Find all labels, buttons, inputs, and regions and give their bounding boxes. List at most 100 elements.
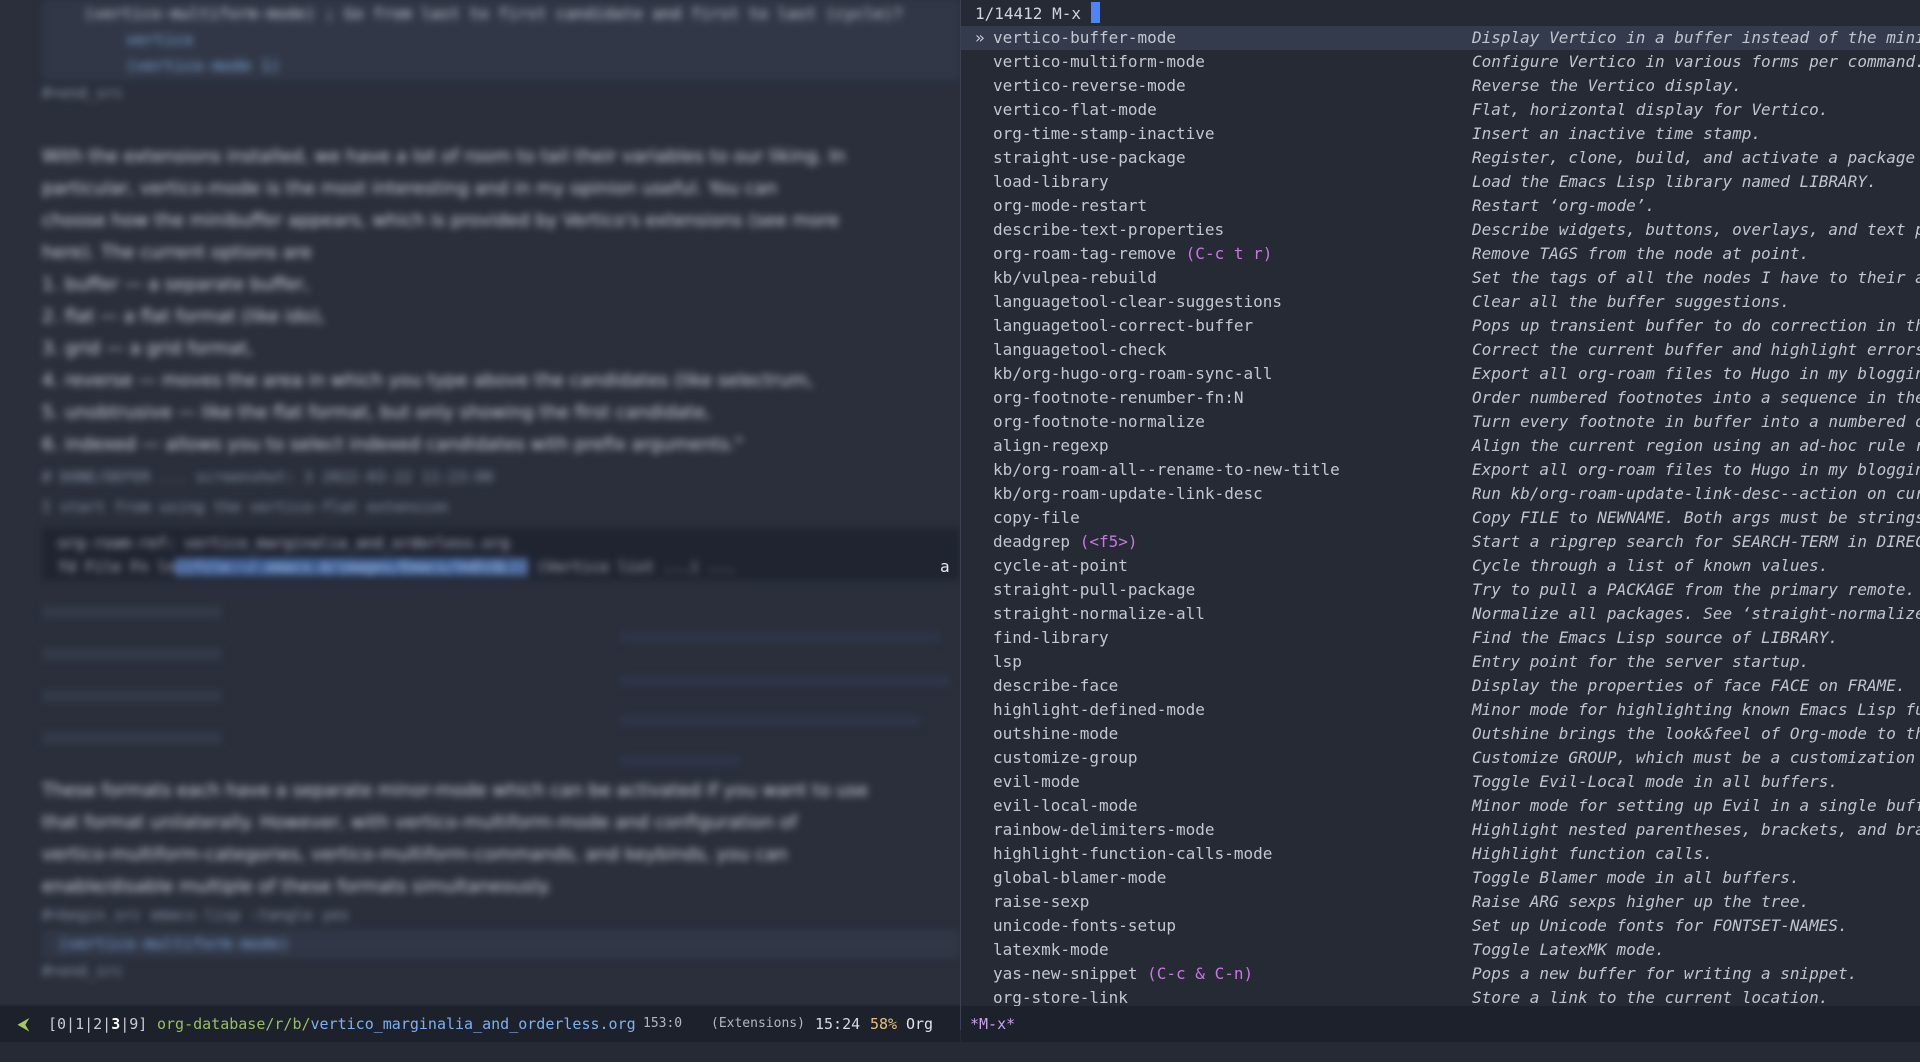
- command-name: org-footnote-normalize: [993, 412, 1205, 431]
- candidate-row[interactable]: evil-local-mode Minor mode for setting up…: [961, 794, 1920, 818]
- candidate-row[interactable]: align-regexp Align the current region usi…: [961, 434, 1920, 458]
- candidate-row[interactable]: org-roam-tag-remove (C-c t r) Remove TAGS…: [961, 242, 1920, 266]
- begin-src-line: #+begin_src emacs-lisp :tangle yes: [42, 906, 350, 924]
- buffer-filename: vertico_marginalia_and_orderless.org: [310, 1015, 636, 1033]
- marginalia-annotation: Run kb/org-roam-update-link-desc--action…: [1472, 484, 1920, 503]
- marginalia-annotation: Export all org-roam files to Hugo in my …: [1472, 460, 1920, 479]
- candidate-row[interactable]: languagetool-clear-suggestions Clear all …: [961, 290, 1920, 314]
- candidate-row[interactable]: describe-text-properties Describe widgets…: [961, 218, 1920, 242]
- command-name: org-time-stamp-inactive: [993, 124, 1215, 143]
- candidate-row[interactable]: outshine-mode Outshine brings the look&fe…: [961, 722, 1920, 746]
- candidate-row[interactable]: straight-use-package Register, clone, bui…: [961, 146, 1920, 170]
- candidate-row[interactable]: vertico-flat-mode Flat, horizontal displa…: [961, 98, 1920, 122]
- candidate-row[interactable]: highlight-defined-mode Minor mode for hig…: [961, 698, 1920, 722]
- command-name: vertico-buffer-mode: [993, 28, 1177, 47]
- src-line: (vertico-mode 1): [126, 56, 281, 75]
- candidate-row[interactable]: org-footnote-renumber-fn:N Order numbered…: [961, 386, 1920, 410]
- command-name: org-footnote-renumber-fn:N: [993, 388, 1244, 407]
- marginalia-annotation: Align the current region using an ad-hoc…: [1472, 436, 1920, 455]
- candidate-row[interactable]: org-footnote-normalize Turn every footnot…: [961, 410, 1920, 434]
- candidate-name: outshine-mode: [993, 722, 1118, 746]
- candidate-name: global-blamer-mode: [993, 866, 1166, 890]
- marginalia-annotation: Toggle Evil-Local mode in all buffers.: [1472, 772, 1839, 791]
- candidate-row[interactable]: highlight-function-calls-mode Highlight f…: [961, 842, 1920, 866]
- command-name: raise-sexp: [993, 892, 1090, 911]
- candidate-row[interactable]: lsp Entry point for the server startup.: [961, 650, 1920, 674]
- command-name: kb/org-roam-all--rename-to-new-title: [993, 460, 1340, 479]
- keybinding: (C-c t r): [1185, 244, 1273, 263]
- marginalia-annotation: Pops a new buffer for writing a snippet.: [1472, 964, 1858, 983]
- candidate-row[interactable]: deadgrep (<f5>) Start a ripgrep search fo…: [961, 530, 1920, 554]
- meta-line: # DONE/DEFER ... screenshot: 3 2022-03-2…: [42, 468, 494, 486]
- candidate-row[interactable]: raise-sexp Raise ARG sexps higher up the …: [961, 890, 1920, 914]
- candidate-row[interactable]: global-blamer-mode Toggle Blamer mode in …: [961, 866, 1920, 890]
- list-item: 6. indexed — allows you to select indexe…: [42, 434, 744, 455]
- faded-line: [42, 732, 222, 744]
- marginalia-annotation: Reverse the Vertico display.: [1472, 76, 1742, 95]
- candidate-name: highlight-defined-mode: [993, 698, 1205, 722]
- candidate-name: vertico-flat-mode: [993, 98, 1157, 122]
- command-name: languagetool-check: [993, 340, 1167, 359]
- list-item: 4. reverse — moves the area in which you…: [42, 370, 814, 391]
- candidate-name: org-mode-restart: [993, 194, 1147, 218]
- candidate-row[interactable]: latexmk-mode Toggle LatexMK mode.: [961, 938, 1920, 962]
- buffer-path[interactable]: org-database/r/b/vertico_marginalia_and_…: [157, 1014, 636, 1034]
- candidate-row[interactable]: customize-group Customize GROUP, which mu…: [961, 746, 1920, 770]
- candidate-row[interactable]: yas-new-snippet (C-c & C-n) Pops a new bu…: [961, 962, 1920, 986]
- marginalia-annotation: Copy FILE to NEWNAME. Both args must be …: [1472, 508, 1920, 527]
- faded-line: [42, 648, 222, 660]
- popup-link: [[file:~/.emacs.d/images/Emacs/VeDiQL]]: [175, 558, 528, 576]
- mode-line: ⮜ [0|1|2|3|9] org-database/r/b/vertico_m…: [0, 1006, 960, 1042]
- candidate-row[interactable]: load-library Load the Emacs Lisp library …: [961, 170, 1920, 194]
- marginalia-annotation: Customize GROUP, which must be a customi…: [1472, 748, 1920, 767]
- buffer-name: *M-x*: [970, 1015, 1016, 1033]
- candidate-name: straight-pull-package: [993, 578, 1195, 602]
- workspace-current: 3: [111, 1015, 121, 1033]
- vertico-minibuffer[interactable]: 1/14412 M-x » vertico-buffer-mode Display …: [961, 0, 1920, 1006]
- src-block: (vertico-multiform-mode) ; Go from last …: [42, 0, 960, 80]
- candidate-row[interactable]: org-time-stamp-inactive Insert an inactiv…: [961, 122, 1920, 146]
- candidate-row[interactable]: copy-file Copy FILE to NEWNAME. Both args…: [961, 506, 1920, 530]
- popup-title: org-roam-ref: vertico_marginalia_and_ord…: [58, 534, 510, 552]
- org-heading-indicator: (Extensions): [711, 1016, 805, 1031]
- marginalia-annotation: Raise ARG sexps higher up the tree.: [1472, 892, 1810, 911]
- candidate-row[interactable]: kb/org-roam-update-link-desc Run kb/org-r…: [961, 482, 1920, 506]
- command-name: latexmk-mode: [993, 940, 1109, 959]
- candidate-row[interactable]: kb/vulpea-rebuild Set the tags of all the…: [961, 266, 1920, 290]
- candidate-row[interactable]: straight-normalize-all Normalize all pack…: [961, 602, 1920, 626]
- command-name: highlight-function-calls-mode: [993, 844, 1273, 863]
- candidate-row-selected[interactable]: » vertico-buffer-mode Display Vertico in a…: [961, 26, 1920, 50]
- candidate-row[interactable]: straight-pull-package Try to pull a PACKA…: [961, 578, 1920, 602]
- candidate-row[interactable]: org-mode-restart Restart ‘org-mode’.: [961, 194, 1920, 218]
- candidate-name: evil-mode: [993, 770, 1080, 794]
- candidate-row[interactable]: vertico-reverse-mode Reverse the Vertico …: [961, 74, 1920, 98]
- candidate-row[interactable]: describe-face Display the properties of f…: [961, 674, 1920, 698]
- candidate-row[interactable]: kb/org-hugo-org-roam-sync-all Export all …: [961, 362, 1920, 386]
- candidate-row[interactable]: cycle-at-point Cycle through a list of kn…: [961, 554, 1920, 578]
- minibuffer-prompt[interactable]: 1/14412 M-x: [975, 2, 1100, 26]
- candidate-row[interactable]: languagetool-correct-buffer Pops up trans…: [961, 314, 1920, 338]
- marginalia-annotation: Entry point for the server startup.: [1472, 652, 1810, 671]
- org-buffer-window[interactable]: (vertico-multiform-mode) ; Go from last …: [0, 0, 960, 1004]
- command-name: copy-file: [993, 508, 1080, 527]
- prompt-text: 1/14412 M-x: [975, 4, 1081, 23]
- faded-line: [42, 606, 222, 618]
- major-mode[interactable]: Org: [906, 1014, 933, 1034]
- candidate-row[interactable]: languagetool-check Correct the current bu…: [961, 338, 1920, 362]
- prose-line: enable/disable multiple of these formats…: [42, 876, 552, 897]
- candidate-row[interactable]: evil-mode Toggle Evil-Local mode in all b…: [961, 770, 1920, 794]
- inline-popup: org-roam-ref: vertico_marginalia_and_ord…: [42, 528, 960, 580]
- workspace-indicator[interactable]: [0|1|2|3|9]: [48, 1014, 147, 1034]
- candidate-row[interactable]: vertico-multiform-mode Configure Vertico …: [961, 50, 1920, 74]
- marginalia-annotation: Highlight function calls.: [1472, 844, 1713, 863]
- candidate-row[interactable]: find-library Find the Emacs Lisp source o…: [961, 626, 1920, 650]
- marginalia-annotation: Outshine brings the look&feel of Org-mod…: [1472, 724, 1920, 743]
- marginalia-annotation: Flat, horizontal display for Vertico.: [1472, 100, 1829, 119]
- candidate-row[interactable]: kb/org-roam-all--rename-to-new-title Expo…: [961, 458, 1920, 482]
- command-name: customize-group: [993, 748, 1138, 767]
- candidate-row[interactable]: rainbow-delimiters-mode Highlight nested …: [961, 818, 1920, 842]
- marginalia-annotation: Pops up transient buffer to do correctio…: [1472, 316, 1920, 335]
- command-name: vertico-flat-mode: [993, 100, 1157, 119]
- candidate-row[interactable]: unicode-fonts-setup Set up Unicode fonts …: [961, 914, 1920, 938]
- candidate-row[interactable]: org-store-link Store a link to the curren…: [961, 986, 1920, 1006]
